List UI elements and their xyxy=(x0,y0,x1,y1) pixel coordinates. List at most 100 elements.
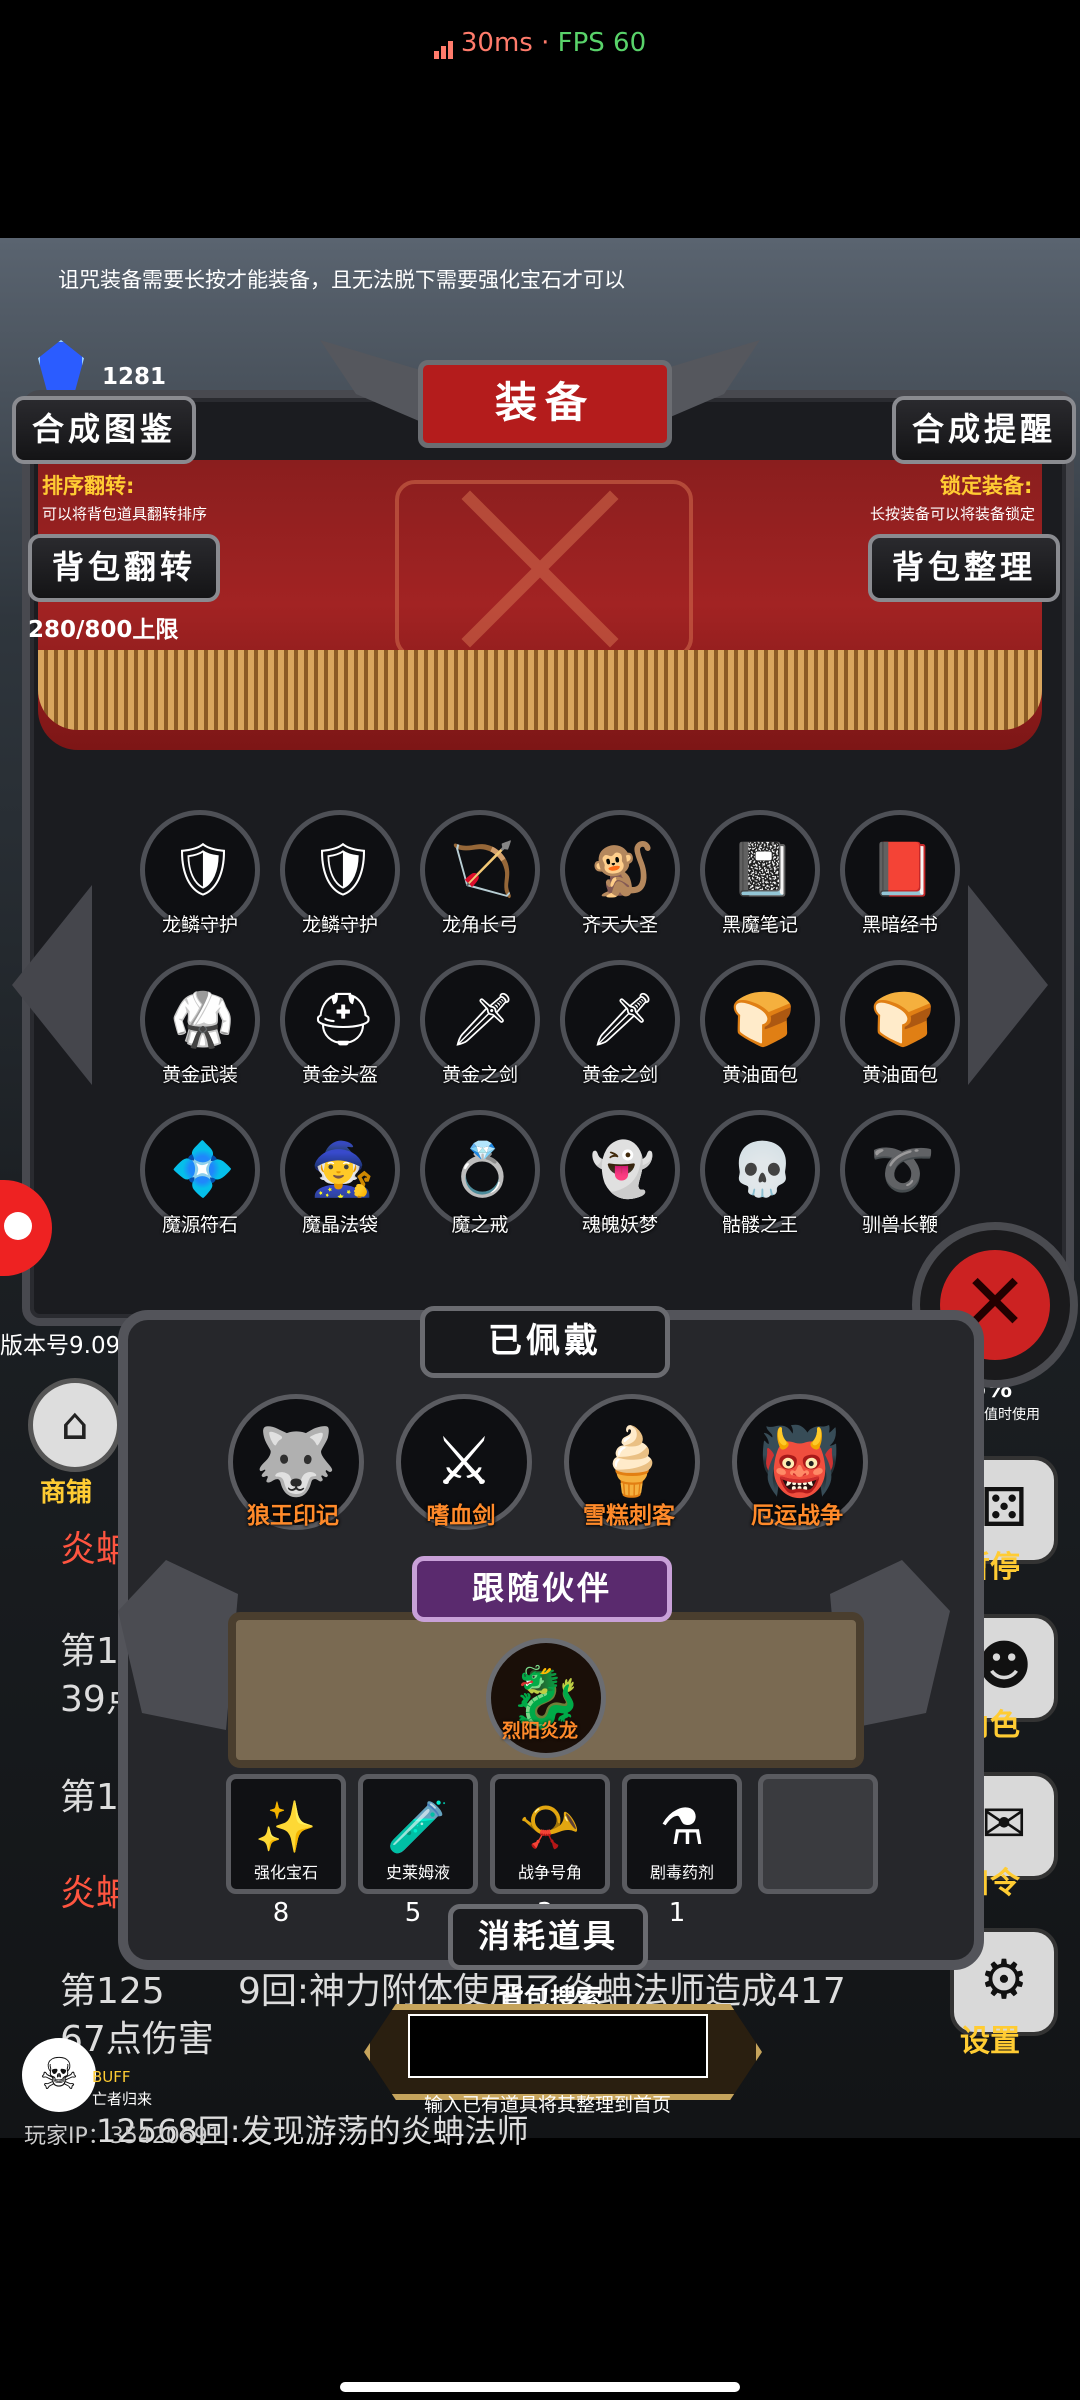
book-icon: 📕 xyxy=(870,840,935,900)
consumable-slot-empty[interactable] xyxy=(758,1774,878,1894)
bag-tidy-button[interactable]: 背包整理 xyxy=(868,534,1060,602)
item-slot[interactable]: 🧙 魔晶法袋 xyxy=(280,1110,400,1237)
consumable-name: 剧毒药剂 xyxy=(649,1863,714,1882)
equipped-slot[interactable]: 👹 厄运战争 xyxy=(732,1394,868,1530)
item-name: 黄金之剑 xyxy=(581,1064,658,1086)
bread-icon: 🍞 xyxy=(870,990,935,1050)
item-slot[interactable]: 🗡 黄金之剑 xyxy=(420,960,540,1087)
armor-icon: 🥋 xyxy=(170,990,235,1050)
item-slot[interactable]: 👻 魂魄妖梦 xyxy=(560,1110,680,1237)
notebook-icon: 📓 xyxy=(730,840,795,900)
item-slot[interactable]: 💠 魔源符石 xyxy=(140,1110,260,1237)
monkey-king-icon: 🐒 xyxy=(590,840,655,900)
item-name: 魂魄妖梦 xyxy=(581,1214,658,1236)
item-slot[interactable]: 💍 魔之戒 xyxy=(420,1110,540,1237)
item-name: 黑魔笔记 xyxy=(721,914,798,936)
item-slot[interactable]: 📕 黑暗经书 xyxy=(840,810,960,937)
item-slot[interactable]: ➰ 驯兽长鞭 xyxy=(840,1110,960,1237)
equipped-slot[interactable]: 🍦 雪糕刺客 xyxy=(564,1394,700,1530)
bag-search-hint: 输入已有道具将其整理到首页 xyxy=(424,2094,672,2116)
equipped-slot[interactable]: ⚔ 嗜血剑 xyxy=(396,1394,532,1530)
crossed-swords-crest xyxy=(395,480,693,658)
item-name: 魔晶法袋 xyxy=(301,1214,378,1236)
lock-label: 锁定装备: xyxy=(940,474,1033,498)
item-slot[interactable]: 🍞 黄油面包 xyxy=(840,960,960,1087)
home-indicator[interactable] xyxy=(340,2382,740,2392)
ring-icon: 💍 xyxy=(450,1140,515,1200)
bag-search-input[interactable] xyxy=(408,2014,708,2078)
sort-label: 排序翻转: xyxy=(42,474,135,498)
item-name: 骷髅之王 xyxy=(721,1214,798,1236)
item-name: 黄油面包 xyxy=(861,1064,938,1086)
synthesis-catalog-button[interactable]: 合成图鉴 xyxy=(12,396,196,464)
player-ip: 玩家IP：35420691 xyxy=(24,2124,222,2149)
ghost-icon: 👻 xyxy=(590,1140,655,1200)
settings-label[interactable]: 设置 xyxy=(960,2016,1020,2060)
item-name: 黄金头盔 xyxy=(301,1064,378,1086)
bow-icon: 🏹 xyxy=(450,840,515,900)
shield-icon: 🛡 xyxy=(170,840,237,900)
fps-text: FPS 60 xyxy=(557,28,647,58)
equipped-slot[interactable]: 🐺 狼王印记 xyxy=(228,1394,364,1530)
item-name: 龙鳞守护 xyxy=(301,914,378,936)
item-slot[interactable]: ⛑ 黄金头盔 xyxy=(280,960,400,1087)
equipped-title: 已佩戴 xyxy=(420,1306,670,1378)
item-slot[interactable]: 🏹 龙角长弓 xyxy=(420,810,540,937)
item-slot[interactable]: 💀 骷髅之王 xyxy=(700,1110,820,1237)
item-name: 龙角长弓 xyxy=(441,914,518,936)
consumable-count: 8 xyxy=(272,1898,290,1928)
consumable-name: 强化宝石 xyxy=(253,1863,318,1882)
sword-icon: 🗡 xyxy=(590,990,657,1050)
wizard-icon: 🧙 xyxy=(310,1140,375,1200)
item-name: 黑暗经书 xyxy=(861,914,938,936)
lock-desc: 长按装备可以将装备锁定 xyxy=(870,505,1036,523)
item-name: 魔之戒 xyxy=(451,1214,509,1236)
item-name: 黄油面包 xyxy=(721,1064,798,1086)
sword-icon: 🗡 xyxy=(450,990,517,1050)
buff-label: BUFF xyxy=(92,2068,131,2086)
item-slot[interactable]: 🗡 黄金之剑 xyxy=(560,960,680,1087)
ping-text: 30ms xyxy=(460,28,533,58)
synthesis-reminder-button[interactable]: 合成提醒 xyxy=(892,396,1076,464)
bag-capacity: 280/800上限 xyxy=(28,617,179,643)
shop-icon[interactable]: ⌂ xyxy=(28,1378,122,1472)
gem-count: 1281 xyxy=(102,364,167,390)
whip-icon: ➰ xyxy=(870,1140,935,1200)
helmet-icon: ⛑ xyxy=(310,990,377,1050)
companion-name: 烈阳炎龙 xyxy=(501,1720,578,1742)
bread-icon: 🍞 xyxy=(730,990,795,1050)
equipped-name: 嗜血剑 xyxy=(426,1503,496,1529)
sort-desc: 可以将背包道具翻转排序 xyxy=(42,505,208,523)
shop-label[interactable]: 商铺 xyxy=(40,1472,92,1509)
item-slot[interactable]: 🍞 黄油面包 xyxy=(700,960,820,1087)
bag-flip-button[interactable]: 背包翻转 xyxy=(28,534,220,602)
buff-desc: 亡者归来 xyxy=(92,2090,153,2108)
item-slot[interactable]: 🥋 黄金武装 xyxy=(140,960,260,1087)
equipped-name: 狼王印记 xyxy=(247,1503,339,1529)
curse-tip: 诅咒装备需要长按才能装备，且无法脱下需要强化宝石才可以 xyxy=(58,268,625,292)
signal-icon xyxy=(433,29,455,59)
consumable-slot[interactable]: 🧪 史莱姆液 5 xyxy=(358,1774,478,1928)
skull-buff-icon[interactable]: ☠ xyxy=(22,2038,96,2112)
item-name: 龙鳞守护 xyxy=(161,914,238,936)
consumables-title: 消耗道具 xyxy=(448,1904,648,1970)
item-name: 齐天大圣 xyxy=(581,914,658,936)
consumable-name: 战争号角 xyxy=(517,1863,582,1882)
consumable-slot[interactable]: ✨ 强化宝石 8 xyxy=(226,1774,346,1928)
item-name: 黄金之剑 xyxy=(441,1064,518,1086)
equipped-name: 雪糕刺客 xyxy=(583,1503,675,1529)
item-name: 黄金武装 xyxy=(161,1064,238,1086)
shield-icon: 🛡 xyxy=(310,840,377,900)
banner-fringe xyxy=(38,650,1042,730)
skeleton-icon: 💀 xyxy=(730,1140,795,1200)
item-name: 魔源符石 xyxy=(161,1214,238,1236)
item-slot[interactable]: 🛡 龙鳞守护 xyxy=(280,810,400,937)
consumable-name: 史莱姆液 xyxy=(385,1863,450,1882)
panel-title: 装备 xyxy=(418,360,672,448)
item-slot[interactable]: 🛡 龙鳞守护 xyxy=(140,810,260,937)
item-slot[interactable]: 🐒 齐天大圣 xyxy=(560,810,680,937)
companion-title: 跟随伙伴 xyxy=(412,1556,672,1622)
rune-stone-icon: 💠 xyxy=(170,1140,235,1200)
version-label: 版本号9.09 xyxy=(0,1333,121,1359)
item-slot[interactable]: 📓 黑魔笔记 xyxy=(700,810,820,937)
